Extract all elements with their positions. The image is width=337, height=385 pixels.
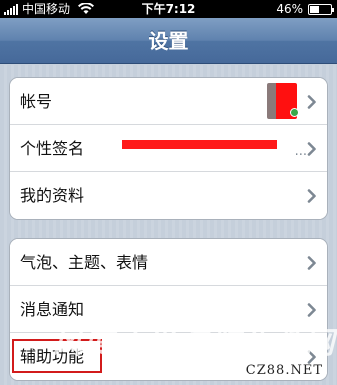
chevron-right-icon <box>307 256 316 270</box>
battery-percent: 46% <box>276 2 303 16</box>
signature-value: ... <box>122 140 307 160</box>
chevron-right-icon <box>307 142 316 156</box>
chevron-right-icon <box>307 189 316 203</box>
settings-item-signature[interactable]: 个性签名 ... <box>10 125 327 172</box>
settings-item-label: 气泡、主题、表情 <box>20 253 149 272</box>
status-right: 46% <box>276 0 334 18</box>
settings-item-label: 帐号 <box>20 92 53 111</box>
signature-ellipsis: ... <box>294 144 307 159</box>
battery-fill <box>310 5 320 13</box>
settings-item-label: 个性签名 <box>20 139 85 158</box>
status-bar: 中国移动 下午7:12 46% <box>0 0 337 18</box>
navigation-bar: 设置 <box>0 18 337 64</box>
page-title: 设置 <box>148 29 189 53</box>
settings-item-bubbles-themes[interactable]: 气泡、主题、表情 <box>10 239 327 286</box>
chevron-right-icon <box>307 303 316 317</box>
online-status-icon <box>290 108 299 117</box>
battery-icon <box>308 3 334 15</box>
settings-item-account[interactable]: 帐号 <box>10 78 327 125</box>
settings-item-label: 我的资料 <box>20 186 85 205</box>
settings-group-account: 帐号 个性签名 ... 我的资料 <box>9 77 328 220</box>
redaction-mark <box>122 140 277 149</box>
chevron-right-icon <box>307 95 316 109</box>
settings-item-profile[interactable]: 我的资料 <box>10 172 327 219</box>
watermark-site: CZ88.NET <box>245 363 323 378</box>
